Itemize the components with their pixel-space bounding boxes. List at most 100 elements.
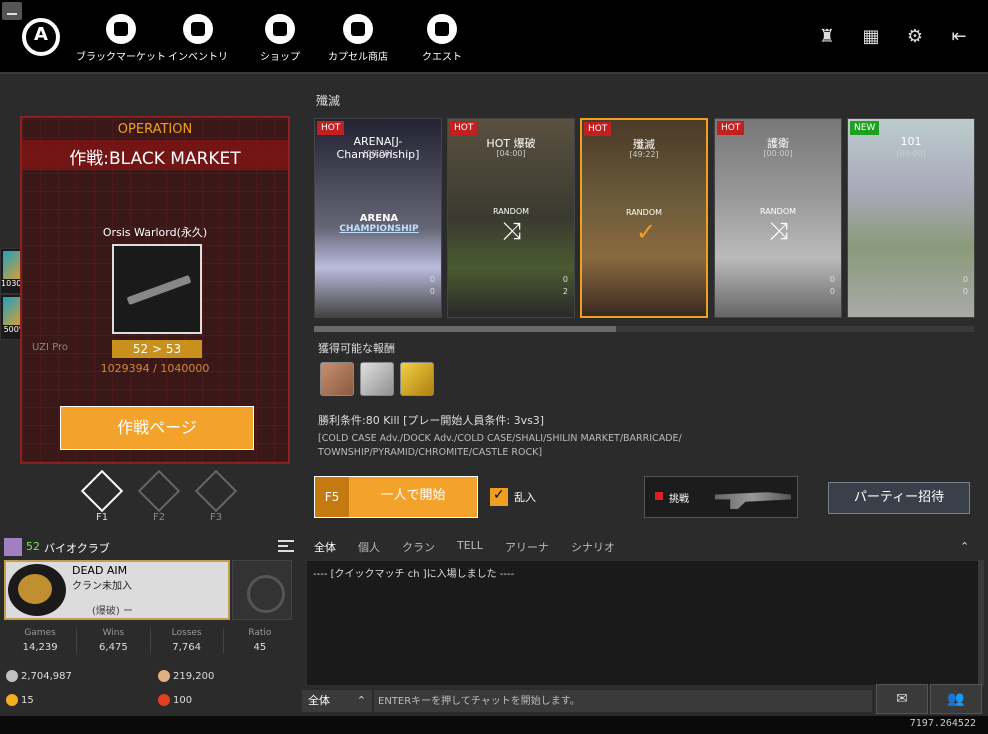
cash-value: 219,200 <box>173 671 215 682</box>
nav-black-market[interactable]: ブラックマーケット <box>76 14 166 63</box>
stat-label: Wins <box>102 628 125 638</box>
operation-panel: OPERATION 作戦:BLACK MARKET Orsis Warlord(… <box>20 116 290 464</box>
mode-card-elimination[interactable]: HOT 殲滅 [49:22] RANDOM ✓ <box>580 118 708 318</box>
chat-tab-arena[interactable]: アリーナ <box>505 539 559 555</box>
chat-log[interactable]: ---- [クイックマッチ ch ]に入場しました ---- <box>306 560 980 686</box>
chat-channel-select[interactable]: 全体 <box>302 690 372 712</box>
friends-button[interactable]: 👥 <box>930 684 982 714</box>
game-logo-icon[interactable] <box>22 18 60 56</box>
mail-button[interactable]: ✉ <box>876 684 928 714</box>
ranking-icon[interactable]: ♜ <box>816 26 838 48</box>
nav-label: ショップ <box>260 52 300 63</box>
chat-tab-private[interactable]: 個人 <box>358 539 390 555</box>
nav-inventory[interactable]: インベントリ <box>168 14 228 63</box>
fkey-label: F3 <box>209 512 223 523</box>
chat-tabs: 全体 個人 クラン TELL アリーナ シナリオ <box>314 539 637 555</box>
gp-value: 2,704,987 <box>21 671 72 682</box>
checkbox-checked-icon <box>490 487 508 506</box>
silver-box-icon[interactable] <box>360 362 394 396</box>
j-value: 15 <box>21 695 34 706</box>
bronze-box-icon[interactable] <box>320 362 354 396</box>
clan-emblem-slot[interactable] <box>232 560 292 620</box>
chat-tab-all[interactable]: 全体 <box>314 539 346 555</box>
hot-badge: HOT <box>317 121 345 135</box>
preset-2-icon <box>137 469 181 513</box>
mode-card-bomb[interactable]: HOT HOT 爆破 [04:00] RANDOM ⤨ 0 2 <box>447 118 575 318</box>
nav-shop[interactable]: ショップ <box>260 14 300 63</box>
check-icon: ✓ <box>635 218 657 246</box>
room-count: 0 <box>962 287 968 296</box>
minimize-button[interactable] <box>2 2 22 20</box>
j-coin-icon <box>6 694 18 706</box>
chat-input[interactable] <box>374 690 872 712</box>
nav-label: インベントリ <box>168 52 228 63</box>
f1-preset[interactable]: F1 <box>80 469 124 523</box>
stat-value: 7,764 <box>172 642 201 653</box>
top-bar: ブラックマーケット インベントリ ショップ カプセル商店 クエスト ♜ ▦ ⚙ … <box>0 0 988 72</box>
reward-label: 獲得可能な報酬 <box>318 342 395 355</box>
mode-scrollbar[interactable] <box>314 326 974 332</box>
mode-card-101[interactable]: NEW 101 [00:00] 0 0 <box>847 118 975 318</box>
reward-weapon-slot[interactable] <box>112 244 202 334</box>
solo-start-button[interactable]: F5 一人で開始 <box>314 476 478 518</box>
settings-gear-icon[interactable]: ⚙ <box>904 26 926 48</box>
friends-icon: 👥 <box>947 691 965 707</box>
new-badge: NEW <box>850 121 880 135</box>
random-label: RANDOM <box>625 208 663 217</box>
intrude-checkbox[interactable]: 乱入 <box>490 487 536 506</box>
chat-tab-scenario[interactable]: シナリオ <box>571 539 625 555</box>
start-label: 一人で開始 <box>380 488 446 503</box>
assault-rifle-icon <box>715 492 791 509</box>
player-title: DEAD AIM <box>72 564 128 577</box>
operation-title: 作戦:BLACK MARKET <box>69 149 241 169</box>
j-currency: 15 <box>6 694 34 706</box>
calendar-icon[interactable]: ▦ <box>860 26 882 48</box>
fkey-label: F1 <box>95 512 109 523</box>
shop-icon <box>265 14 295 44</box>
player-card[interactable]: DEAD AIM クラン未加入 (爆破) ー <box>4 560 230 620</box>
mode-card-escort[interactable]: HOT 護衛 [00:00] RANDOM ⤨ 0 0 <box>714 118 842 318</box>
gold-box-icon[interactable] <box>400 362 434 396</box>
f3-preset[interactable]: F3 <box>194 469 238 523</box>
nav-label: ブラックマーケット <box>76 52 166 63</box>
scrollbar-thumb[interactable] <box>314 326 616 332</box>
preset-1-icon <box>80 469 124 513</box>
f2-preset[interactable]: F2 <box>137 469 181 523</box>
operation-page-button[interactable]: 作戦ページ <box>60 406 254 450</box>
stat-ratio: Ratio 45 <box>224 628 296 653</box>
mode-card-arena[interactable]: HOT ARENA[J-Championship] [00:00] ARENA … <box>314 118 442 318</box>
chat-scrollbar[interactable] <box>978 560 984 686</box>
random-label: RANDOM <box>759 207 797 216</box>
player-clan: クラン未加入 <box>72 581 132 592</box>
sniper-rifle-icon <box>126 274 192 306</box>
room-count: 0 <box>429 287 435 296</box>
gp-coin-icon <box>6 670 18 682</box>
nav-capsule-shop[interactable]: カプセル商店 <box>328 14 388 63</box>
player-mode: (爆破) ー <box>92 606 133 617</box>
mode-name: 101 <box>900 135 922 148</box>
party-invite-button[interactable]: パーティー招待 <box>828 482 970 514</box>
reward-weapon-name: Orsis Warlord(永久) <box>102 226 208 239</box>
divider <box>0 72 988 74</box>
capsule-shop-icon <box>343 14 373 44</box>
arena-logo: ARENA CHAMPIONSHIP <box>329 213 429 243</box>
challenge-label: 挑戦 <box>669 494 689 505</box>
exit-icon[interactable]: ⇤ <box>948 26 970 48</box>
chat-tab-clan[interactable]: クラン <box>402 539 445 555</box>
chat-tab-tell[interactable]: TELL <box>457 539 493 555</box>
faded-weapon-label: UZI Pro <box>32 342 68 353</box>
t-value: 100 <box>173 695 193 706</box>
hot-badge: HOT <box>717 121 745 135</box>
inventory-icon <box>183 14 213 44</box>
menu-icon[interactable] <box>278 540 294 552</box>
stat-games: Games 14,239 <box>4 628 78 653</box>
cash-coin-icon <box>158 670 170 682</box>
chevron-up-icon[interactable]: ⌃ <box>960 540 969 553</box>
challenge-button[interactable]: 挑戦 <box>644 476 798 518</box>
stat-label: Losses <box>171 628 202 638</box>
arena-logo-text: ARENA <box>359 213 399 224</box>
arena-logo-sub: CHAMPIONSHIP <box>339 224 419 234</box>
stat-label: Games <box>24 628 56 638</box>
nav-quest[interactable]: クエスト <box>422 14 462 63</box>
mail-icon: ✉ <box>896 691 908 707</box>
